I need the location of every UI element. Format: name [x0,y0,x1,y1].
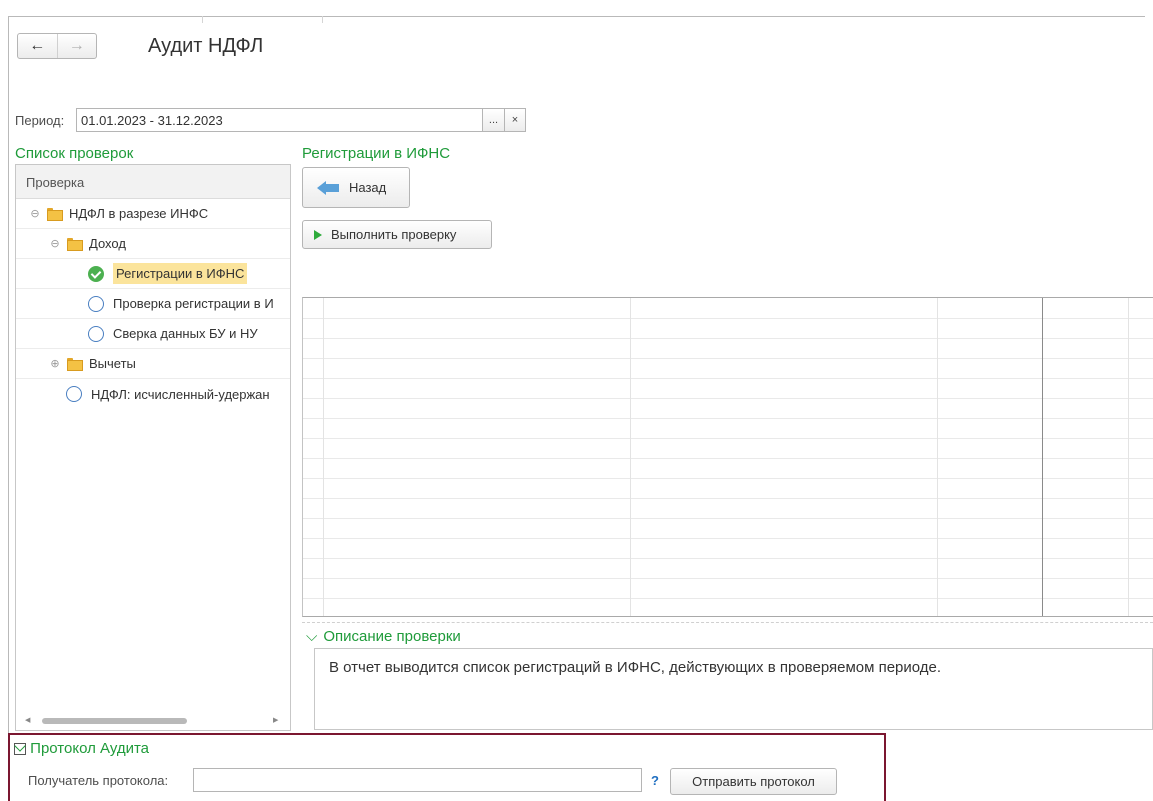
period-clear-button[interactable]: × [504,108,526,132]
grid-line [303,478,1153,479]
window-frame-left [8,16,9,801]
tab-divider [322,16,323,23]
grid-line [1128,298,1129,616]
folder-icon [67,358,83,371]
tree-row-label: Регистрации в ИФНС [113,263,248,284]
period-input[interactable]: 01.01.2023 - 31.12.2023 [76,108,482,132]
radio-pending-icon [66,386,82,402]
grid-line [303,378,1153,379]
recipient-label: Получатель протокола: [28,773,169,788]
tree-column-header: Проверка [16,165,290,199]
grid-line [303,598,1153,599]
protocol-title: Протокол Аудита [30,740,150,757]
back-button[interactable]: Назад [302,167,410,208]
checks-list-title: Список проверок [15,145,134,162]
scroll-right-icon[interactable]: ▶ [273,716,278,724]
back-button-label: Назад [349,180,387,195]
tree-row-label: НДФЛ: исчисленный-удержан [91,386,270,402]
grid-line [303,418,1153,419]
recipient-input[interactable] [193,768,642,792]
grid-line [303,458,1153,459]
grid-line [303,338,1153,339]
grid-line [323,298,324,616]
collapse-icon[interactable]: ⊖ [49,238,61,250]
report-title: Регистрации в ИФНС [302,145,451,162]
expand-icon[interactable]: ⊕ [49,358,61,370]
description-toggle[interactable]: ⌵ Описание проверки [306,628,461,645]
grid-page-break [1042,298,1043,616]
chevron-down-icon: ⌵ [306,628,318,645]
navigation-buttons: ← → [17,33,97,59]
tree-row-ndfl-calculated-withheld[interactable]: НДФЛ: исчисленный-удержан [16,379,290,409]
help-icon[interactable]: ? [651,773,659,788]
grid-line [303,318,1153,319]
checks-tree: Проверка ⊖ НДФЛ в разрезе ИНФС ⊖ Доход Р… [15,164,291,731]
radio-pending-icon [88,295,104,312]
scrollbar-thumb[interactable] [42,718,187,724]
grid-line [303,538,1153,539]
period-select-button[interactable]: ... [482,108,504,132]
run-check-button-label: Выполнить проверку [331,227,457,242]
collapse-icon[interactable]: ⊖ [29,208,41,220]
protocol-toggle[interactable]: Протокол Аудита [14,740,149,757]
grid-line [303,398,1153,399]
run-check-button[interactable]: Выполнить проверку [302,220,492,249]
play-icon [314,229,322,240]
back-arrow-icon [317,180,339,195]
folder-icon [67,238,83,251]
grid-line [937,298,938,616]
forward-arrow-icon[interactable]: → [56,34,97,58]
period-label: Период: [15,113,65,128]
tree-row-ndfl-inspections[interactable]: ⊖ НДФЛ в разрезе ИНФС [16,199,290,229]
grid-line [630,298,631,616]
grid-line [303,498,1153,499]
description-toggle-label: Описание проверки [323,628,461,645]
tab-divider [202,16,203,23]
tree-row-label: Проверка регистрации в И [113,296,274,311]
tree-row-ifns-registrations[interactable]: Регистрации в ИФНС [16,259,290,289]
tree-row-label: Вычеты [89,356,136,371]
radio-pending-icon [88,325,104,342]
tree-row-deductions[interactable]: ⊕ Вычеты [16,349,290,379]
audit-protocol-panel: Протокол Аудита Получатель протокола: ? … [8,733,886,801]
description-box: В отчет выводится список регистраций в И… [314,648,1153,730]
tree-row-label: Доход [89,236,126,251]
folder-icon [47,208,63,221]
report-grid[interactable] [302,297,1153,617]
window-frame-top [8,16,1145,17]
divider [302,622,1153,623]
page-title: Аудит НДФЛ [148,35,264,57]
grid-line [303,518,1153,519]
back-arrow-icon[interactable]: ← [18,34,57,58]
grid-line [303,558,1153,559]
send-protocol-button[interactable]: Отправить протокол [670,768,837,795]
tree-row-bu-nu-reconciliation[interactable]: Сверка данных БУ и НУ [16,319,290,349]
grid-line [303,358,1153,359]
grid-line [303,578,1153,579]
tree-row-label: НДФЛ в разрезе ИНФС [69,206,209,221]
check-done-icon [88,265,104,282]
grid-line [303,438,1153,439]
tree-horizontal-scrollbar[interactable]: ◀ ▶ [22,716,282,726]
tree-row-income[interactable]: ⊖ Доход [16,229,290,259]
checkbox-icon[interactable] [14,743,26,756]
tree-row-registration-check[interactable]: Проверка регистрации в И [16,289,290,319]
tree-row-label: Сверка данных БУ и НУ [113,326,258,341]
scroll-left-icon[interactable]: ◀ [25,716,30,724]
